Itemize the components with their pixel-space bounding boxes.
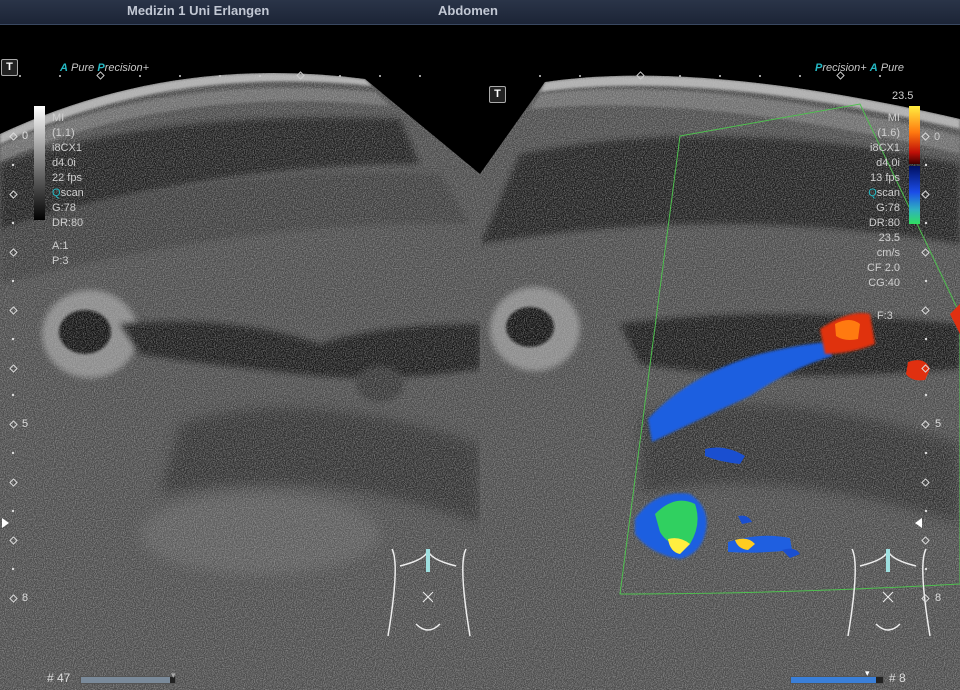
ultrasound-display xyxy=(0,71,960,690)
institution-title: Medizin 1 Uni Erlangen xyxy=(127,3,270,18)
focus-label: F:3 xyxy=(877,310,893,322)
depth-label-8-right: 8 xyxy=(935,592,942,604)
header-bar: Medizin 1 Uni Erlangen Abdomen xyxy=(0,0,960,25)
text-annotation-button-left[interactable]: T xyxy=(1,59,18,76)
colorbar-top-value: 23.5 xyxy=(892,90,914,102)
exam-title: Abdomen xyxy=(438,3,498,18)
right-params: MI (1.6) i8CX1 d4.0i 13 fps Qscan G:78 D… xyxy=(866,112,900,289)
depth-label-5-right: 5 xyxy=(935,418,942,430)
left-params: MI (1.1) i8CX1 d4.0i 22 fps Qscan G:78 D… xyxy=(52,112,84,267)
text-annotation-button-center[interactable]: T xyxy=(489,86,506,103)
left-cine-bar[interactable] xyxy=(80,676,176,684)
right-cine-marker-icon: ▾ xyxy=(865,668,870,678)
purep-logo-right: Precision+ A Pure xyxy=(815,62,905,74)
purep-logo-left: A Pure Precision+ xyxy=(60,62,150,74)
velocity-colorbar-positive xyxy=(909,106,920,164)
right-cine-fill xyxy=(791,677,876,683)
left-cine-marker-icon: ▾ xyxy=(171,670,176,680)
depth-label-0-left: 0 xyxy=(22,130,29,142)
right-frame-number: # 8 xyxy=(889,671,906,685)
left-frame-number: # 47 xyxy=(47,671,71,685)
depth-label-8-left: 8 xyxy=(22,592,29,604)
lateral-dots xyxy=(19,75,881,77)
velocity-colorbar-negative xyxy=(909,166,920,224)
colorbar-zero: 0 xyxy=(934,131,941,143)
depth-label-5-left: 5 xyxy=(22,418,29,430)
grayscale-bar xyxy=(34,106,45,220)
left-cine-fill xyxy=(81,677,171,683)
